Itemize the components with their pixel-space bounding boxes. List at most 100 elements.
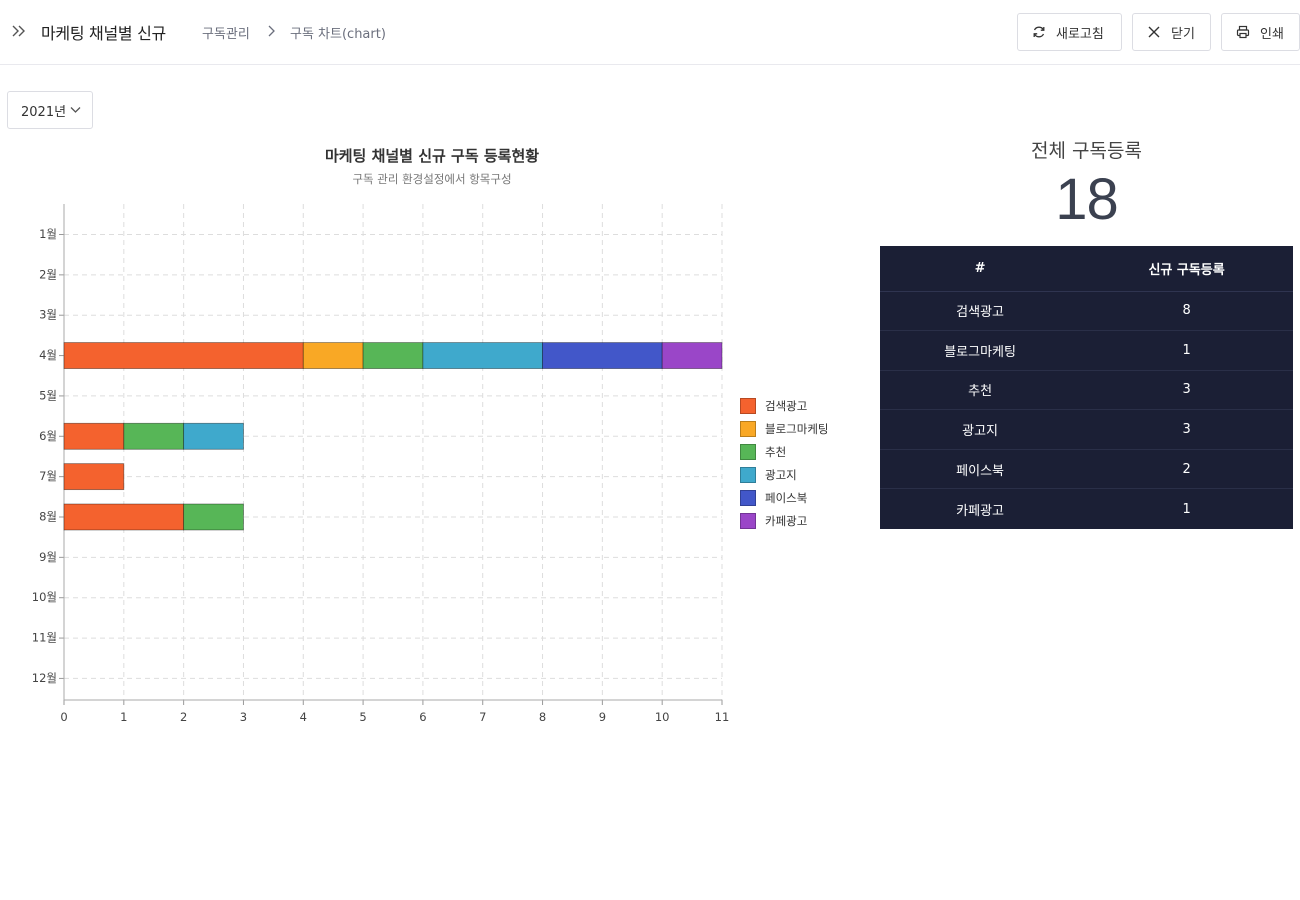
legend-label: 페이스북	[765, 490, 808, 505]
print-button-label: 인쇄	[1260, 26, 1284, 42]
legend-swatch	[740, 420, 756, 437]
legend-item[interactable]: 추천	[740, 440, 828, 463]
y-tick-label: 10월	[32, 590, 57, 604]
channel-summary-table: # 신규 구독등록 검색광고 8 블로그마케팅 1 추천 3 광고지 3 페이스…	[880, 246, 1293, 529]
year-select[interactable]: 2021년	[7, 91, 93, 129]
refresh-button-label: 새로고침	[1056, 26, 1104, 42]
chart-subtitle: 구독 관리 환경설정에서 항목구성	[352, 172, 512, 186]
top-bar: 마케팅 채널별 신규 구독관리 구독 차트(chart) 새로고침 닫기 인쇄	[0, 0, 1300, 65]
channel-name: 광고지	[880, 409, 1081, 450]
legend-item[interactable]: 검색광고	[740, 394, 828, 417]
channel-name: 카페광고	[956, 503, 1004, 519]
printer-icon	[1236, 25, 1250, 39]
bar-segment	[63, 422, 125, 450]
double-chevron-right-icon[interactable]	[11, 22, 27, 40]
bar-segment	[63, 342, 304, 369]
close-button-label: 닫기	[1171, 26, 1195, 42]
column-header-channel: #	[880, 246, 1081, 292]
channel-name: 검색광고	[880, 291, 1081, 332]
year-select-value: 2021년	[21, 104, 67, 120]
bar-segment	[362, 342, 424, 369]
channel-count: 8	[1080, 291, 1293, 332]
legend-item[interactable]: 카페광고	[740, 509, 828, 532]
legend-swatch	[740, 489, 756, 506]
refresh-button[interactable]: 새로고침	[1017, 13, 1122, 51]
legend-label: 검색광고	[765, 398, 808, 413]
table-header-row: # 신규 구독등록	[880, 246, 1293, 292]
bar-segment	[302, 342, 364, 369]
total-subscriptions-value: 18	[1055, 167, 1119, 232]
legend-swatch	[740, 443, 756, 460]
x-tick-label: 7	[479, 710, 486, 724]
channel-name: 추천	[880, 370, 1081, 411]
x-tick-label: 11	[715, 710, 730, 724]
legend-swatch	[740, 397, 756, 414]
y-tick-label: 1월	[39, 227, 57, 241]
y-tick-label: 8월	[39, 509, 57, 523]
legend-label: 추천	[765, 444, 787, 459]
bar-segment	[63, 503, 185, 531]
x-tick-label: 4	[300, 710, 307, 724]
breadcrumb-subscription-management[interactable]: 구독관리	[202, 23, 250, 42]
bar-segment	[422, 342, 543, 369]
table-row: 광고지 3	[880, 409, 1293, 450]
channel-count: 3	[1080, 409, 1293, 450]
channel-count: 1	[1182, 501, 1191, 517]
legend-label: 광고지	[765, 467, 797, 482]
y-tick-label: 12월	[32, 671, 57, 685]
total-subscriptions-label: 전체 구독등록	[1031, 140, 1142, 162]
legend-item[interactable]: 페이스북	[740, 486, 828, 509]
channel-name: 페이스북	[880, 449, 1081, 490]
y-tick-label: 11월	[32, 631, 57, 645]
x-tick-label: 10	[655, 710, 670, 724]
legend-item[interactable]: 블로그마케팅	[740, 417, 828, 440]
x-tick-label: 9	[599, 710, 606, 724]
table-row: 카페광고 1	[880, 489, 1293, 529]
refresh-icon	[1033, 26, 1045, 38]
page-title: 마케팅 채널별 신규	[41, 24, 166, 43]
legend-label: 카페광고	[765, 513, 808, 528]
y-tick-label: 3월	[39, 308, 57, 322]
close-button[interactable]: 닫기	[1132, 13, 1211, 51]
y-tick-label: 4월	[39, 348, 57, 362]
table-row: 검색광고 8	[880, 291, 1293, 332]
breadcrumb-subscription-chart: 구독 차트(chart)	[290, 27, 386, 42]
table-row: 블로그마케팅 1	[880, 330, 1293, 371]
bar-segment	[661, 342, 723, 369]
y-tick-label: 5월	[39, 388, 57, 402]
channel-count: 3	[1080, 370, 1293, 411]
x-tick-label: 5	[359, 710, 366, 724]
y-tick-label: 9월	[39, 550, 57, 564]
bar-segment	[123, 422, 185, 450]
x-tick-label: 1	[120, 710, 127, 724]
legend-label: 블로그마케팅	[765, 421, 829, 436]
chart-legend: 검색광고블로그마케팅추천광고지페이스북카페광고	[740, 394, 828, 532]
x-tick-label: 3	[240, 710, 247, 724]
y-tick-label: 6월	[39, 429, 57, 443]
bar-segment	[183, 422, 244, 450]
close-icon	[1148, 26, 1160, 38]
table-row: 추천 3	[880, 370, 1293, 411]
column-header-new-subscriptions: 신규 구독등록	[1080, 246, 1293, 292]
table-row: 페이스북 2	[880, 449, 1293, 490]
channel-count: 1	[1080, 330, 1293, 371]
chevron-right-icon	[268, 25, 275, 37]
y-tick-label: 7월	[39, 469, 57, 483]
x-tick-label: 8	[539, 710, 546, 724]
y-tick-label: 2월	[39, 267, 57, 281]
x-tick-label: 0	[60, 710, 67, 724]
chart-title: 마케팅 채널별 신규 구독 등록현황	[324, 147, 540, 165]
bar-segment	[542, 342, 663, 369]
bar-segment	[183, 503, 244, 531]
chevron-down-icon	[70, 107, 81, 113]
channel-name: 블로그마케팅	[880, 330, 1081, 371]
legend-item[interactable]: 광고지	[740, 463, 828, 486]
bar-segment	[63, 463, 125, 491]
x-tick-label: 6	[419, 710, 426, 724]
legend-swatch	[740, 512, 756, 529]
print-button[interactable]: 인쇄	[1221, 13, 1300, 51]
x-tick-label: 2	[180, 710, 187, 724]
stacked-bar-chart: 0 1 2 3 4 5 6 7 8 9 10 11 1월 2월 3월 4월 5월 6월 7월 8월 9월 10월 11월 12…	[32, 204, 730, 724]
channel-count: 2	[1080, 449, 1293, 490]
legend-swatch	[740, 466, 756, 483]
